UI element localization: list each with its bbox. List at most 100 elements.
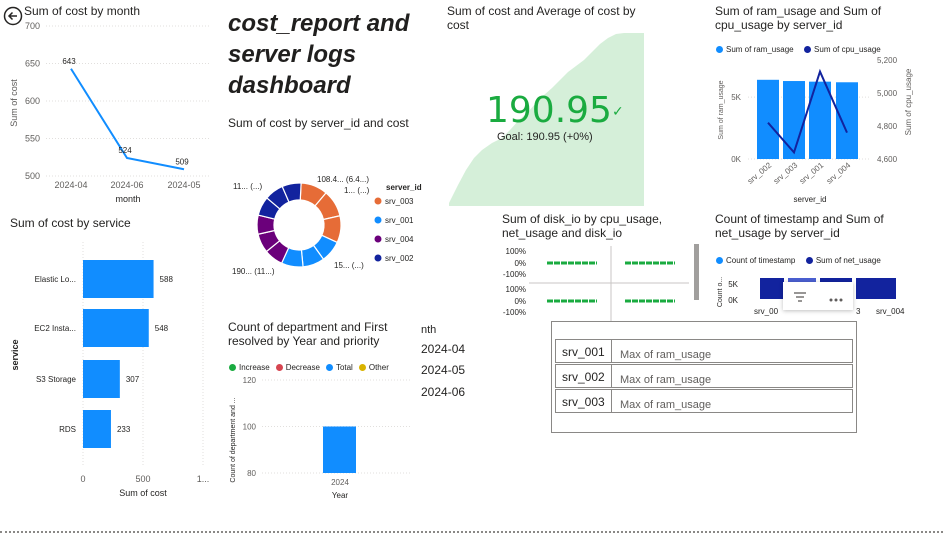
visual-timestamp-net[interactable]: Count of timestamp and Sum of net_usage … <box>710 210 943 322</box>
small-multiples-chart: 100% 0% -100% 100% 0% -100% <box>503 244 699 322</box>
slice-label-3: 15... (...) <box>334 261 364 270</box>
slice-label-1: 108.4... (6.4...) <box>317 175 369 184</box>
legend-marker <box>374 254 382 262</box>
bar <box>836 82 858 159</box>
bar <box>783 81 805 159</box>
x-tick-label: 2024-06 <box>110 180 143 190</box>
svg-text:Count o...: Count o... <box>717 277 724 307</box>
category-label: EC2 Insta... <box>34 324 76 333</box>
kpi-goal: Goal: 190.95 (+0%) <box>497 131 593 143</box>
y-left-title: Sum of ram_usage <box>718 80 725 139</box>
series-line <box>767 68 848 155</box>
x-axis-title: server_id <box>794 195 827 204</box>
filter-icon[interactable] <box>791 288 809 304</box>
visual-cost-by-service[interactable]: Sum of cost by service service Sum of co… <box>0 212 218 502</box>
slicer-header: nth <box>421 324 437 336</box>
table-body: srv_001 Max of ram_usage srv_002 Max of … <box>555 339 853 415</box>
slice-label-4: 190... (11...) <box>232 267 275 276</box>
data-label: 548 <box>155 324 169 333</box>
legend-title: server_id <box>386 183 422 192</box>
visual-ram-cpu[interactable]: Sum of ram_usage and Sum of cpu_usage by… <box>710 0 943 210</box>
legend-marker <box>374 197 382 205</box>
table-row[interactable]: srv_001 Max of ram_usage <box>555 339 853 363</box>
cell-server: srv_003 <box>562 395 605 409</box>
slice-label-2: 1... (...) <box>344 186 370 195</box>
y-left-tick: 5K <box>731 93 741 102</box>
y-tick-label: 120 <box>243 376 257 385</box>
slicer-item[interactable]: 2024-05 <box>421 363 465 377</box>
checkmark-icon: ✓ <box>611 104 624 120</box>
more-options-icon[interactable] <box>827 288 845 304</box>
svg-text:srv_004: srv_004 <box>876 307 905 316</box>
y-right-tick: 4,600 <box>877 155 898 164</box>
bar <box>83 309 149 347</box>
y-tick-label: 550 <box>25 134 40 144</box>
svg-text:0K: 0K <box>728 296 738 305</box>
bar <box>83 360 120 398</box>
y-tick-label: 650 <box>25 59 40 69</box>
visual-cost-by-server[interactable]: Sum of cost by server_id and cost 108.4.… <box>226 112 426 287</box>
cell-metric: Max of ram_usage <box>620 399 712 411</box>
data-label: 233 <box>117 425 131 434</box>
svg-text:Year: Year <box>332 491 349 500</box>
bar-chart-cost-by-service: service Sum of cost 0 500 1... 588 Elastic L… <box>10 242 210 498</box>
visual-header-toolbar <box>783 282 853 310</box>
svg-text:0%: 0% <box>514 297 526 306</box>
cell-server: srv_001 <box>562 345 605 359</box>
data-label: 588 <box>160 275 174 284</box>
bar <box>323 426 356 473</box>
visual-kpi-cost[interactable]: Sum of cost and Average of cost by cost … <box>444 0 649 206</box>
svg-text:-100%: -100% <box>503 308 526 317</box>
x-tick-label: 2024 <box>331 478 349 487</box>
bar <box>83 260 154 298</box>
svg-text:-100%: -100% <box>503 270 526 279</box>
category-label: Elastic Lo... <box>35 275 76 284</box>
bar <box>83 410 111 448</box>
slicer-item[interactable]: 2024-06 <box>421 385 465 399</box>
x-tick-label: 2024-04 <box>54 180 87 190</box>
report-title: cost_report and server logs dashboard <box>228 10 410 99</box>
legend-label: srv_002 <box>385 254 414 263</box>
category-label: S3 Storage <box>36 375 77 384</box>
ram-usage-table[interactable]: srv_001 Max of ram_usage srv_002 Max of … <box>551 321 857 433</box>
legend-marker <box>374 216 382 224</box>
kpi-value: 190.95✓ <box>486 90 624 131</box>
visual-department[interactable]: Count of department and First resolved b… <box>226 318 416 508</box>
y-right-tick: 5,200 <box>877 56 898 65</box>
waterfall-chart: Count of department and ... Year 120 100 8… <box>230 376 412 500</box>
svg-text:5K: 5K <box>728 280 738 289</box>
visual-cost-by-month[interactable]: Sum of cost by month 700 650 600 550 500 Sum… <box>0 0 215 210</box>
slicer-item[interactable]: 2024-04 <box>421 342 465 356</box>
month-slicer[interactable]: nth 2024-04 2024-05 2024-06 <box>418 320 478 410</box>
y-tick-label: 600 <box>25 96 40 106</box>
y-tick-label: 700 <box>25 21 40 31</box>
combo-chart: Sum of ram_usage Sum of cpu_usage server… <box>718 56 913 204</box>
x-axis-title: Sum of cost <box>119 488 167 498</box>
legend-label: srv_003 <box>385 197 414 206</box>
y-right-tick: 5,000 <box>877 89 898 98</box>
scrollbar <box>694 244 699 300</box>
y-right-title: Sum of cpu_usage <box>904 68 913 135</box>
x-tick-label: 0 <box>80 474 85 484</box>
table-row[interactable]: srv_002 Max of ram_usage <box>555 364 853 388</box>
cell-metric: Max of ram_usage <box>620 374 712 386</box>
y-tick-label: 500 <box>25 171 40 181</box>
data-label: 307 <box>126 375 140 384</box>
cell-metric: Max of ram_usage <box>620 349 712 361</box>
x-tick-label: srv_001 <box>798 160 826 186</box>
y-tick-label: 100 <box>243 423 257 432</box>
y-axis-title: service <box>10 339 20 370</box>
visual-disk-io[interactable]: Sum of disk_io by cpu_usage, net_usage a… <box>499 210 704 322</box>
x-tick-label: 500 <box>135 474 150 484</box>
cell-server: srv_002 <box>562 370 605 384</box>
data-label: 643 <box>62 57 76 66</box>
x-tick-label: 2024-05 <box>167 180 200 190</box>
svg-text:100%: 100% <box>506 285 526 294</box>
x-tick-label: srv_003 <box>772 160 800 186</box>
x-tick-label: 1... <box>197 474 210 484</box>
kpi-value-text: 190.95 <box>486 90 612 131</box>
table-row[interactable]: srv_003 Max of ram_usage <box>555 389 853 413</box>
legend-label: srv_001 <box>385 216 414 225</box>
canvas-border <box>0 531 943 533</box>
data-label: 524 <box>118 146 132 155</box>
